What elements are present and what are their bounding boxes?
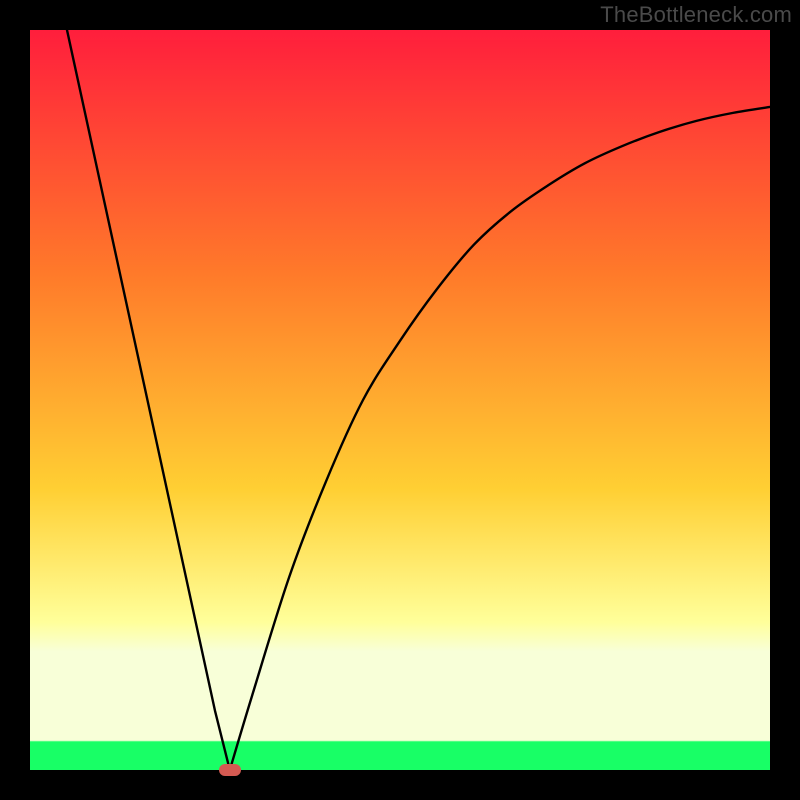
- bottleneck-curve: [30, 30, 770, 770]
- watermark-text: TheBottleneck.com: [600, 2, 792, 28]
- curve-left-segment: [67, 30, 230, 770]
- trough-marker: [219, 764, 241, 776]
- curve-right-segment: [230, 107, 770, 770]
- chart-frame: TheBottleneck.com: [0, 0, 800, 800]
